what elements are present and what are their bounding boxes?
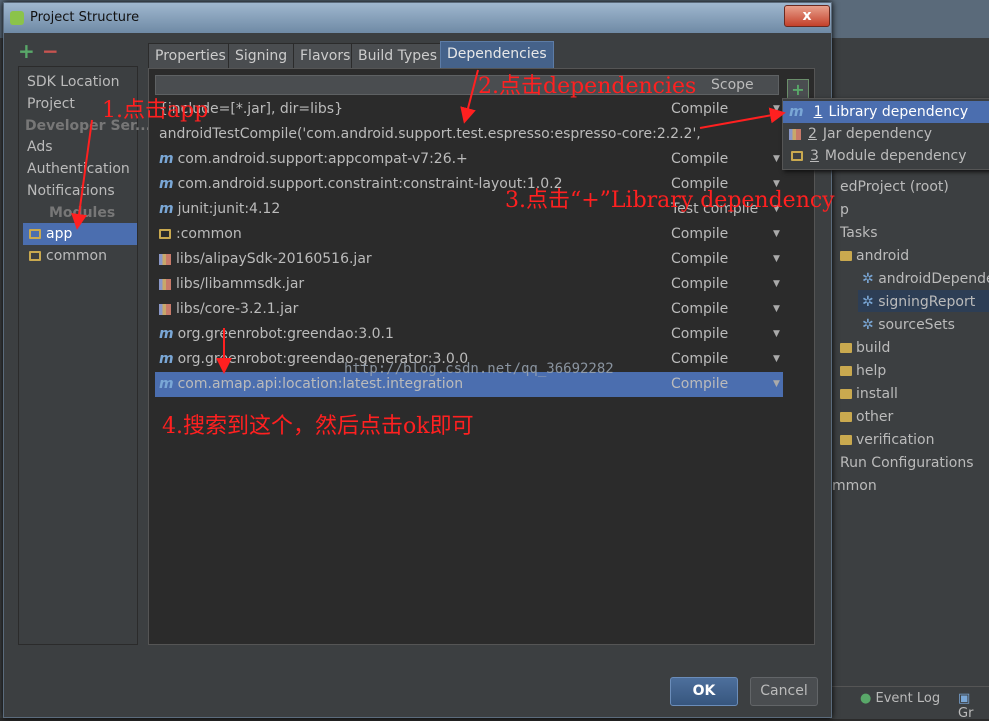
arrow-step3 [699, 107, 786, 129]
arrow-step1 [71, 119, 93, 230]
annotation-arrows [71, 69, 786, 374]
arrow-step2 [460, 69, 479, 124]
